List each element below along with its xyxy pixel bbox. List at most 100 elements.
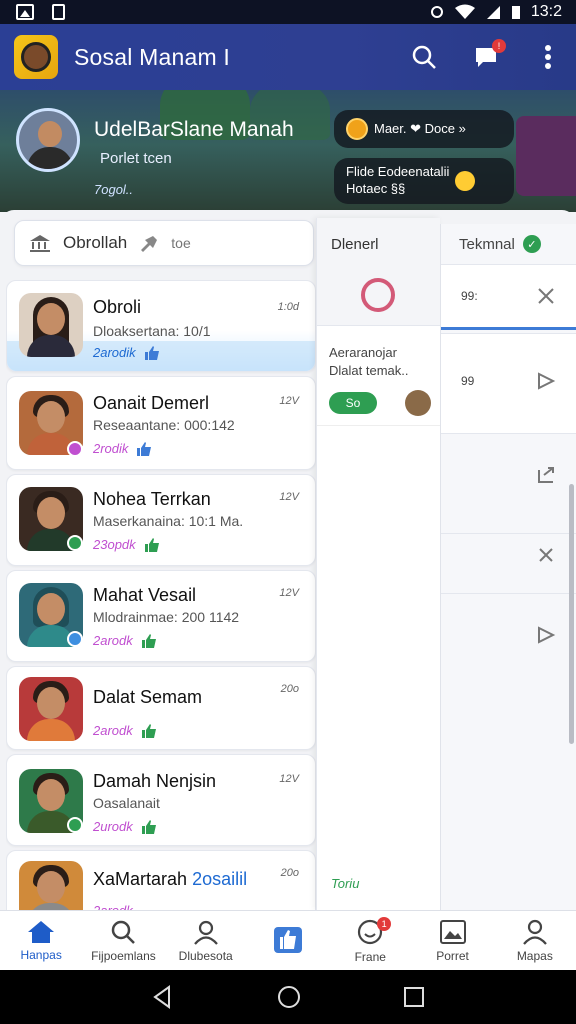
message-time: 12V: [279, 395, 299, 407]
terminal-row-code: 99: [461, 374, 475, 388]
system-navigation: [0, 970, 576, 1024]
emoji-icon: [455, 171, 476, 191]
terminal-title: Tekmnal: [459, 235, 515, 253]
chat-row[interactable]: Dalat Semam 2arodk 20o: [6, 666, 316, 750]
chat-row[interactable]: Obroli Dloaksertana: 10/1 2arodik 1:0d: [6, 280, 316, 372]
message-preview: Oasalanait: [93, 795, 160, 811]
status-bar: 13:2: [0, 0, 576, 24]
thumbs-up-icon: [137, 441, 152, 456]
chat-search-bar[interactable]: Obrollah: [14, 220, 314, 266]
message-preview: Maserkanaina: 10:1 Ma.: [93, 513, 244, 529]
nav-explore[interactable]: Fijpoemlans: [82, 911, 164, 970]
lock-badge-icon[interactable]: [361, 278, 395, 312]
terminal-row[interactable]: 99: [441, 333, 576, 433]
message-time: 20o: [280, 683, 299, 695]
details-card[interactable]: Aeraranojar Dlalat temak.. So: [317, 326, 441, 426]
chat-row[interactable]: Damah Nenjsin Oasalanait 2urodk 12V: [6, 754, 316, 846]
share-icon[interactable]: [535, 464, 557, 486]
messages-button[interactable]: !: [472, 39, 506, 71]
scrollbar[interactable]: [569, 484, 574, 744]
search-input[interactable]: [171, 235, 262, 251]
nav-badge: 1: [377, 917, 392, 931]
nav-label: Frane: [354, 949, 386, 964]
pill-line-2: Hotaec §§: [346, 181, 406, 196]
details-header: Dlenerl: [317, 218, 440, 326]
image-icon: [439, 919, 466, 944]
nav-home[interactable]: Hanpas: [0, 911, 82, 970]
chat-row[interactable]: Nohea Terrkan Maserkanaina: 10:1 Ma. 23o…: [6, 474, 316, 566]
profile-banner: UdelBarSlane Manah Porlet tcen 7ogol.. M…: [0, 90, 576, 212]
nav-people[interactable]: Dlubesota: [165, 911, 247, 970]
profile-link[interactable]: 7ogol..: [94, 182, 133, 197]
nav-label: Mapas: [516, 948, 553, 963]
home-circle-icon[interactable]: [277, 985, 301, 1009]
contact-avatar: [19, 677, 83, 741]
chat-meta: 2arodk: [93, 903, 133, 910]
terminal-row[interactable]: [441, 593, 576, 693]
terminal-row-code: 99:: [461, 289, 478, 303]
close-icon[interactable]: [535, 544, 557, 566]
nav-label: Fijpoemlans: [91, 948, 156, 963]
chat-meta-text: 2rodik: [93, 441, 129, 456]
nav-gallery[interactable]: Porret: [411, 911, 493, 970]
details-panel: Dlenerl Aeraranojar Dlalat temak.. So To…: [316, 218, 441, 910]
status-indicator: [67, 817, 83, 833]
message-time: 20o: [280, 867, 299, 879]
chat-meta: 2arodk: [93, 723, 157, 738]
send-icon[interactable]: [535, 370, 557, 392]
small-avatar: [405, 390, 431, 416]
back-icon[interactable]: [151, 985, 175, 1009]
search-button[interactable]: [410, 43, 438, 71]
nav-label: Dlubesota: [178, 948, 233, 963]
bottom-navigation: Hanpas Fijpoemlans Dlubesota 1 Frane Por…: [0, 910, 576, 970]
status-indicator: [67, 441, 83, 457]
nav-label: Porret: [436, 948, 469, 963]
message-preview: Dloaksertana: 10/1: [93, 323, 211, 339]
chat-meta-text: 23opdk: [93, 537, 136, 552]
contact-name: Dalat Semam: [93, 687, 203, 707]
more-vert-icon: [545, 45, 551, 69]
chat-meta: 2arodik: [93, 345, 160, 360]
music-notification-icon: [52, 4, 65, 20]
chat-meta: 23opdk: [93, 537, 160, 552]
terminal-row[interactable]: 99:: [441, 264, 576, 330]
profile-avatar[interactable]: [16, 108, 80, 172]
chat-row[interactable]: Mahat Vesail Mlodrainmae: 200 1142 2arod…: [6, 570, 316, 662]
chat-row[interactable]: XaMartarah 2osailil 2arodk 20o: [6, 850, 316, 910]
main-content: Obrollah Obroli Dloaksertana: 10/1 2arod…: [0, 210, 576, 910]
contact-name-text: XaMartarah: [93, 869, 188, 889]
banner-notification-pill[interactable]: Maer. ❤ Doce »: [334, 110, 514, 148]
gallery-notification-icon: [16, 4, 34, 20]
terminal-row[interactable]: [441, 433, 576, 533]
close-icon[interactable]: [535, 285, 557, 307]
thumbs-up-icon: [141, 633, 156, 648]
message-time: 12V: [279, 773, 299, 785]
profile-subtitle: Porlet tcen: [100, 150, 172, 167]
home-icon: [28, 920, 55, 943]
contact-name-accent: 2osailil: [192, 869, 248, 889]
send-icon[interactable]: [535, 624, 557, 646]
message-time: 12V: [279, 587, 299, 599]
message-preview: Mlodrainmae: 200 1142: [93, 609, 240, 625]
search-label: Obrollah: [63, 233, 128, 252]
recents-icon[interactable]: [403, 986, 425, 1008]
app-logo[interactable]: [14, 35, 58, 79]
details-title: Dlenerl: [331, 236, 379, 253]
chat-row[interactable]: Oanait Demerl Reseaantane: 000:142 2rodi…: [6, 376, 316, 470]
nav-profile[interactable]: Mapas: [494, 911, 576, 970]
thumbs-up-icon: [144, 345, 159, 360]
check-icon: ✓: [522, 235, 541, 253]
nav-like[interactable]: [247, 911, 329, 970]
chat-meta-text: 2arodk: [93, 903, 133, 910]
chat-meta: 2rodik: [93, 441, 152, 456]
terminal-row[interactable]: [441, 533, 576, 593]
banner-status-pill[interactable]: Flide Eodeenatalii Hotaec §§: [334, 158, 514, 204]
details-bottom-link[interactable]: Toriu: [331, 876, 359, 891]
chat-meta-text: 2arodk: [93, 723, 133, 738]
search-icon: [112, 920, 136, 944]
message-preview: Reseaantane: 000:142: [93, 417, 235, 433]
nav-fun[interactable]: 1 Frane: [329, 911, 411, 970]
more-menu-button[interactable]: [534, 43, 562, 71]
bus-decoration: [516, 116, 576, 196]
details-tag[interactable]: So: [329, 392, 377, 414]
